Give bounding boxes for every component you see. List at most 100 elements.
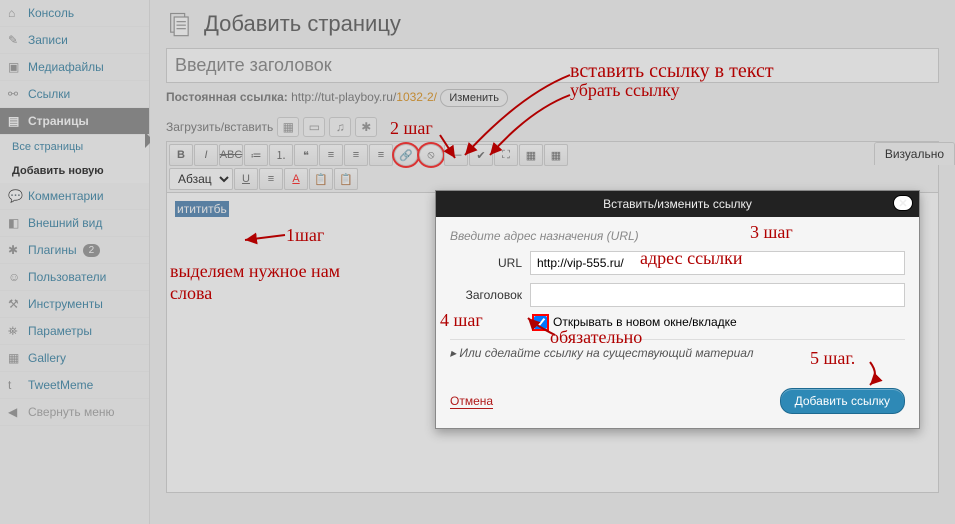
sidebar-item-settings[interactable]: ⛯ Параметры <box>0 318 149 345</box>
gallery-icon: ▦ <box>8 351 22 365</box>
remove-link-button[interactable]: ⦸ <box>419 144 443 166</box>
sidebar-item-label: Свернуть меню <box>28 405 115 419</box>
italic-button[interactable]: I <box>194 144 218 166</box>
sidebar-sub-add-new[interactable]: Добавить новую <box>0 159 149 183</box>
sidebar-item-label: Добавить новую <box>12 165 104 177</box>
new-tab-label: Открывать в новом окне/вкладке <box>553 315 737 329</box>
sidebar-item-links[interactable]: ⚯ Ссылки <box>0 81 149 108</box>
upload-insert-row: Загрузить/вставить ▦ ▭ ♫ ✱ <box>166 117 939 137</box>
url-input[interactable] <box>530 251 905 275</box>
permalink-edit-button[interactable]: Изменить <box>440 89 508 107</box>
paste-word-button[interactable]: 📋 <box>334 168 358 190</box>
upload-media-icon[interactable]: ✱ <box>355 117 377 137</box>
sidebar-item-label: Параметры <box>28 324 92 338</box>
ol-button[interactable]: ⒈ <box>269 144 293 166</box>
settings-icon: ⛯ <box>8 324 22 338</box>
dialog-title-bar: Вставить/изменить ссылку ✕ <box>436 191 919 217</box>
sidebar-item-label: Записи <box>28 33 68 47</box>
sidebar-item-tools[interactable]: ⚒ Инструменты <box>0 291 149 318</box>
format-select[interactable]: Абзац <box>169 168 233 190</box>
upload-audio-icon[interactable]: ♫ <box>329 117 351 137</box>
sidebar-item-label: Плагины <box>28 243 77 257</box>
permalink-base: http://tut-playboy.ru/ <box>291 90 396 104</box>
pin-icon: ✎ <box>8 33 22 47</box>
sidebar-sub-all-pages[interactable]: Все страницы <box>0 135 149 159</box>
post-title-input[interactable] <box>166 48 939 83</box>
selected-text: итититбь <box>175 201 229 217</box>
quote-button[interactable]: ❝ <box>294 144 318 166</box>
permalink-label: Постоянная ссылка: <box>166 90 288 104</box>
media-icon: ▣ <box>8 60 22 74</box>
align-right-button[interactable]: ≡ <box>369 144 393 166</box>
sidebar-item-label: TweetMeme <box>28 378 93 392</box>
align-left-button[interactable]: ≡ <box>319 144 343 166</box>
admin-sidebar: ⌂ Консоль ✎ Записи ▣ Медиафайлы ⚯ Ссылки ▤ Ст… <box>0 0 150 524</box>
sidebar-item-collapse[interactable]: ◀ Свернуть меню <box>0 399 149 426</box>
sidebar-item-posts[interactable]: ✎ Записи <box>0 27 149 54</box>
editor-toolbar: B I ABC ≔ ⒈ ❝ ≡ ≡ ≡ 🔗 ⦸ — ✔ ⛶ ▦ ▦ Абзац … <box>166 141 939 193</box>
insert-link-button[interactable]: 🔗 <box>394 144 418 166</box>
sidebar-item-label: Консоль <box>28 6 74 20</box>
page-icon: ▤ <box>8 114 22 128</box>
link-dialog: Вставить/изменить ссылку ✕ Введите адрес… <box>435 190 920 429</box>
submit-button[interactable]: Добавить ссылку <box>780 388 905 414</box>
underline-button[interactable]: U <box>234 168 258 190</box>
tab-visual[interactable]: Визуально <box>875 143 954 165</box>
sidebar-item-appearance[interactable]: ◧ Внешний вид <box>0 210 149 237</box>
link-icon: ⚯ <box>8 87 22 101</box>
sidebar-item-label: Страницы <box>28 114 89 128</box>
dialog-hint: Введите адрес назначения (URL) <box>450 229 905 243</box>
url-label: URL <box>450 256 522 270</box>
editor-tabs: Визуально <box>874 142 955 165</box>
bold-button[interactable]: B <box>169 144 193 166</box>
users-icon: ☺ <box>8 270 22 284</box>
collapse-icon: ◀ <box>8 405 22 419</box>
page-title: Добавить страницу <box>204 11 401 37</box>
home-icon: ⌂ <box>8 6 22 20</box>
ul-button[interactable]: ≔ <box>244 144 268 166</box>
forecolor-button[interactable]: A <box>284 168 308 190</box>
sidebar-item-label: Медиафайлы <box>28 60 104 74</box>
cancel-button[interactable]: Отмена <box>450 394 493 409</box>
upload-image-icon[interactable]: ▦ <box>277 117 299 137</box>
extra-button[interactable]: ▦ <box>544 144 568 166</box>
spellcheck-button[interactable]: ✔ <box>469 144 493 166</box>
sidebar-item-users[interactable]: ☺ Пользователи <box>0 264 149 291</box>
page-title-icon <box>166 10 194 38</box>
align-center-button[interactable]: ≡ <box>344 144 368 166</box>
sidebar-item-label: Инструменты <box>28 297 103 311</box>
sidebar-item-console[interactable]: ⌂ Консоль <box>0 0 149 27</box>
sidebar-item-pages[interactable]: ▤ Страницы <box>0 108 149 135</box>
sidebar-item-label: Все страницы <box>12 141 83 153</box>
strike-button[interactable]: ABC <box>219 144 243 166</box>
sidebar-item-gallery[interactable]: ▦Gallery <box>0 345 149 372</box>
sidebar-item-label: Ссылки <box>28 87 70 101</box>
dialog-close-button[interactable]: ✕ <box>893 195 913 211</box>
comment-icon: 💬 <box>8 189 22 203</box>
plugin-icon: ✱ <box>8 243 22 257</box>
tweet-icon: t <box>8 378 22 392</box>
permalink-slug: 1032-2/ <box>396 90 437 104</box>
sidebar-item-plugins[interactable]: ✱ Плагины 2 <box>0 237 149 264</box>
more-button[interactable]: — <box>444 144 468 166</box>
dialog-title: Вставить/изменить ссылку <box>603 197 752 211</box>
page-title-row: Добавить страницу <box>166 0 939 48</box>
plugin-badge: 2 <box>83 244 101 257</box>
tools-icon: ⚒ <box>8 297 22 311</box>
sidebar-item-media[interactable]: ▣ Медиафайлы <box>0 54 149 81</box>
permalink-row: Постоянная ссылка: http://tut-playboy.ru… <box>166 89 939 107</box>
upload-video-icon[interactable]: ▭ <box>303 117 325 137</box>
justify-button[interactable]: ≡ <box>259 168 283 190</box>
expand-existing[interactable]: ▸ Или сделайте ссылку на существующий ма… <box>450 339 905 366</box>
kitchensink-button[interactable]: ▦ <box>519 144 543 166</box>
upload-label: Загрузить/вставить <box>166 120 273 134</box>
appearance-icon: ◧ <box>8 216 22 230</box>
sidebar-item-tweetmeme[interactable]: t TweetMeme <box>0 372 149 399</box>
sidebar-item-comments[interactable]: 💬Комментарии <box>0 183 149 210</box>
sidebar-item-label: Пользователи <box>28 270 106 284</box>
sidebar-item-label: Внешний вид <box>28 216 102 230</box>
link-title-input[interactable] <box>530 283 905 307</box>
paste-text-button[interactable]: 📋 <box>309 168 333 190</box>
new-tab-checkbox[interactable] <box>534 316 547 329</box>
fullscreen-button[interactable]: ⛶ <box>494 144 518 166</box>
